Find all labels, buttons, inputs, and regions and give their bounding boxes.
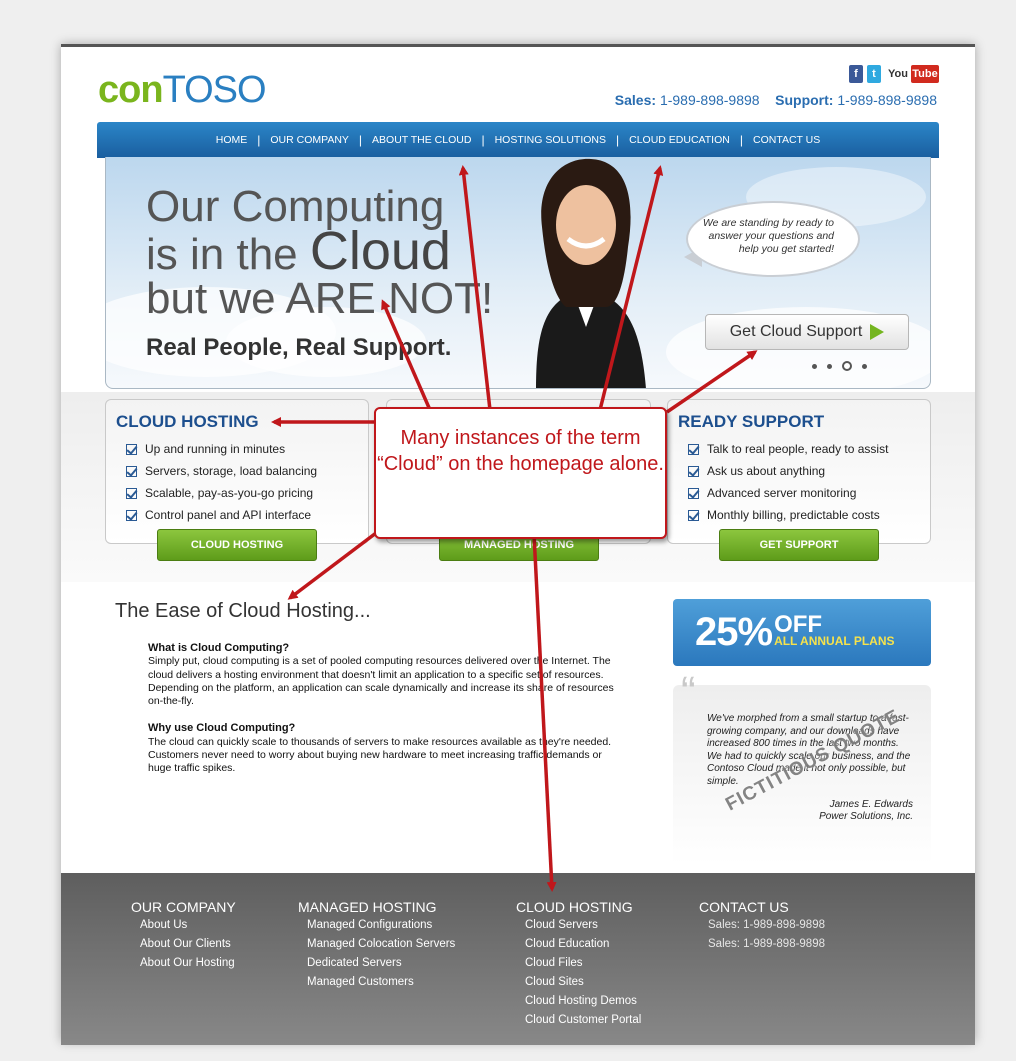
list-item: Servers, storage, load balancing xyxy=(126,460,317,482)
feature-list: Up and running in minutes Servers, stora… xyxy=(126,438,317,526)
speech-bubble: We are standing by ready to answer your … xyxy=(686,201,860,277)
nav-our-company[interactable]: OUR COMPANY xyxy=(260,134,359,146)
quote-icon: “ xyxy=(681,668,696,717)
footer-link[interactable]: Cloud Servers xyxy=(525,919,641,938)
footer-link[interactable]: Cloud Files xyxy=(525,957,641,976)
feature-ready-support: READY SUPPORT Talk to real people, ready… xyxy=(667,399,931,544)
checkbox-icon xyxy=(126,509,137,521)
footer-link[interactable]: About Our Clients xyxy=(140,938,236,957)
hero-subline: Real People, Real Support. xyxy=(146,334,452,361)
contoso-logo[interactable]: conTOSO xyxy=(98,69,267,112)
carousel-dots xyxy=(812,361,867,371)
cloud-hosting-button[interactable]: CLOUD HOSTING xyxy=(157,529,317,561)
youtube-icon[interactable]: You Tube xyxy=(885,65,939,83)
list-item: Advanced server monitoring xyxy=(688,482,888,504)
footer-link[interactable]: Managed Configurations xyxy=(307,919,455,938)
footer-col-contact-us: CONTACT US Sales: 1-989-898-9898 Sales: … xyxy=(699,899,825,957)
checkbox-icon xyxy=(126,443,137,455)
ease-content: What is Cloud Computing? Simply put, clo… xyxy=(148,642,614,775)
footer-col-managed-hosting: MANAGED HOSTING Managed Configurations M… xyxy=(298,899,455,995)
get-cloud-support-button[interactable]: Get Cloud Support xyxy=(705,314,909,350)
footer-link[interactable]: Sales: 1-989-898-9898 xyxy=(708,938,825,957)
footer-link[interactable]: Sales: 1-989-898-9898 xyxy=(708,919,825,938)
nav-home[interactable]: HOME xyxy=(206,134,258,146)
list-item: Scalable, pay-as-you-go pricing xyxy=(126,482,317,504)
nav-contact-us[interactable]: CONTACT US xyxy=(743,134,830,146)
annotation-callout: Many instances of the term “Cloud” on th… xyxy=(374,407,667,539)
hero-headline: Our Computing is in the Cloud but we ARE… xyxy=(146,182,494,323)
main-nav: HOME | OUR COMPANY | ABOUT THE CLOUD | HOST… xyxy=(97,122,939,158)
footer-link[interactable]: Managed Customers xyxy=(307,976,455,995)
support-person-image xyxy=(536,158,646,388)
header-contact: Sales: 1-989-898-9898 Support: 1-989-898… xyxy=(614,92,937,108)
list-item: Up and running in minutes xyxy=(126,438,317,460)
ease-title: The Ease of Cloud Hosting... xyxy=(115,600,371,622)
list-item: Ask us about anything xyxy=(688,460,888,482)
footer-link[interactable]: About Our Hosting xyxy=(140,957,236,976)
footer-link[interactable]: Managed Colocation Servers xyxy=(307,938,455,957)
list-item: Monthly billing, predictable costs xyxy=(688,504,888,526)
checkbox-icon xyxy=(688,487,699,499)
footer-link[interactable]: Dedicated Servers xyxy=(307,957,455,976)
footer: OUR COMPANY About Us About Our Clients A… xyxy=(61,873,975,1045)
feature-cloud-hosting: CLOUD HOSTING Up and running in minutes … xyxy=(105,399,369,544)
carousel-dot[interactable] xyxy=(862,363,867,369)
nav-hosting-solutions[interactable]: HOSTING SOLUTIONS xyxy=(485,134,616,146)
checkbox-icon xyxy=(688,443,699,455)
footer-link[interactable]: Cloud Sites xyxy=(525,976,641,995)
page: conTOSO f t You Tube Sales: 1-989-898-989… xyxy=(61,44,975,1045)
promo-banner[interactable]: 25% OFF ALL ANNUAL PLANS xyxy=(673,599,931,666)
feature-list: Talk to real people, ready to assist Ask… xyxy=(688,438,888,526)
nav-cloud-education[interactable]: CLOUD EDUCATION xyxy=(619,134,740,146)
get-support-button[interactable]: GET SUPPORT xyxy=(719,529,879,561)
carousel-dot[interactable] xyxy=(827,363,832,369)
list-item: Talk to real people, ready to assist xyxy=(688,438,888,460)
list-item: Control panel and API interface xyxy=(126,504,317,526)
twitter-icon[interactable]: t xyxy=(867,65,881,83)
checkbox-icon xyxy=(126,487,137,499)
footer-col-cloud-hosting: CLOUD HOSTING Cloud Servers Cloud Educat… xyxy=(516,899,641,1033)
play-arrow-icon xyxy=(870,324,885,340)
social-links: f t You Tube xyxy=(849,65,939,83)
checkbox-icon xyxy=(688,465,699,477)
footer-link[interactable]: Cloud Customer Portal xyxy=(525,1014,641,1033)
footer-link[interactable]: Cloud Education xyxy=(525,938,641,957)
footer-link[interactable]: Cloud Hosting Demos xyxy=(525,995,641,1014)
carousel-dot[interactable] xyxy=(812,363,817,369)
hero-banner: Our Computing is in the Cloud but we ARE… xyxy=(105,157,931,389)
checkbox-icon xyxy=(126,465,137,477)
footer-col-our-company: OUR COMPANY About Us About Our Clients A… xyxy=(131,899,236,976)
nav-about-the-cloud[interactable]: ABOUT THE CLOUD xyxy=(362,134,481,146)
carousel-dot-active[interactable] xyxy=(842,361,852,371)
checkbox-icon xyxy=(688,509,699,521)
facebook-icon[interactable]: f xyxy=(849,65,863,83)
footer-link[interactable]: About Us xyxy=(140,919,236,938)
